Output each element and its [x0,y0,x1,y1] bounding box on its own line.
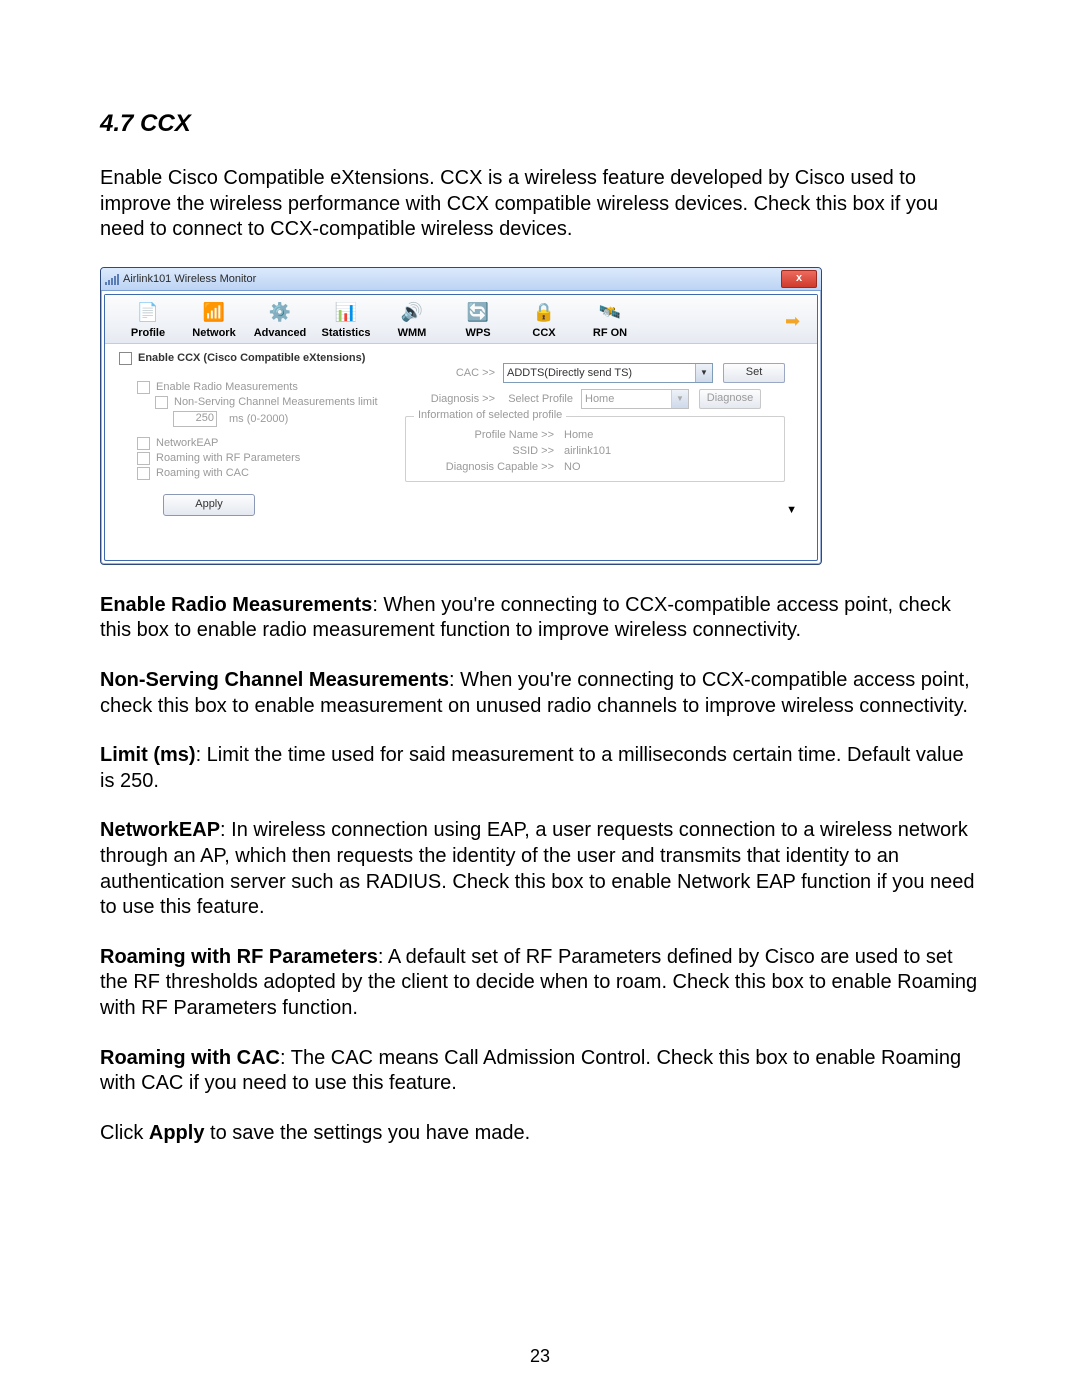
rfon-icon: 🛰️ [595,301,625,325]
roaming-rf-checkbox[interactable] [137,452,150,465]
diagnosis-label: Diagnosis >> [405,393,503,405]
signal-icon [105,273,119,285]
tab-network-label: Network [181,327,247,339]
tab-profile-label: Profile [115,327,181,339]
cac-label: CAC >> [405,367,503,379]
tab-ccx-label: CCX [511,327,577,339]
wireless-monitor-window: Airlink101 Wireless Monitor x 📄 Profile … [100,267,822,565]
limit-unit-label: ms (0-2000) [229,413,288,425]
tab-wmm[interactable]: 🔊 WMM [379,299,445,343]
tab-ccx[interactable]: 🔒 CCX [511,299,577,343]
tab-wps-label: WPS [445,327,511,339]
next-arrow-icon[interactable]: ➡ [785,311,807,329]
enable-ccx-label: Enable CCX (Cisco Compatible eXtensions) [138,352,365,364]
roaming-cac-label: Roaming with CAC [156,467,249,479]
expand-arrow-icon[interactable]: ▼ [786,504,797,516]
enable-radio-label: Enable Radio Measurements [156,381,298,393]
wmm-icon: 🔊 [397,301,427,325]
right-panel: CAC >> ADDTS(Directly send TS) ▼ Set Dia… [405,364,785,482]
page-number: 23 [0,1346,1080,1367]
network-icon: 📶 [199,301,229,325]
fieldset-legend: Information of selected profile [414,409,566,421]
tab-wmm-label: WMM [379,327,445,339]
window-titlebar: Airlink101 Wireless Monitor x [101,268,821,291]
enable-radio-checkbox[interactable] [137,381,150,394]
desc-roaming-cac: Roaming with CAC: The CAC means Call Adm… [100,1046,980,1097]
tab-statistics-label: Statistics [313,327,379,339]
roaming-cac-checkbox[interactable] [137,467,150,480]
profile-icon: 📄 [133,301,163,325]
profile-select-value: Home [585,393,614,405]
desc-nonserving: Non-Serving Channel Measurements: When y… [100,668,980,719]
ccx-icon: 🔒 [529,301,559,325]
non-serving-label: Non-Serving Channel Measurements limit [174,396,378,408]
chevron-down-icon: ▼ [671,390,688,408]
statistics-icon: 📊 [331,301,361,325]
profile-name-key: Profile Name >> [414,429,564,441]
tab-network[interactable]: 📶 Network [181,299,247,343]
tab-rfon[interactable]: 🛰️ RF ON [577,299,643,343]
desc-networkeap: NetworkEAP: In wireless connection using… [100,818,980,920]
tab-statistics[interactable]: 📊 Statistics [313,299,379,343]
non-serving-checkbox[interactable] [155,396,168,409]
apply-button[interactable]: Apply [163,494,255,516]
ssid-value: airlink101 [564,445,611,457]
ssid-key: SSID >> [414,445,564,457]
cac-select-value: ADDTS(Directly send TS) [507,367,632,379]
tab-advanced-label: Advanced [247,327,313,339]
desc-apply: Click Apply to save the settings you hav… [100,1121,980,1147]
diagcap-value: NO [564,461,581,473]
desc-limit: Limit (ms): Limit the time used for said… [100,743,980,794]
limit-input[interactable]: 250 [173,411,217,427]
desc-radio: Enable Radio Measurements: When you're c… [100,593,980,644]
networkeap-checkbox[interactable] [137,437,150,450]
enable-ccx-checkbox[interactable] [119,352,132,365]
close-button[interactable]: x [781,270,817,288]
profile-select[interactable]: Home ▼ [581,389,689,409]
intro-paragraph: Enable Cisco Compatible eXtensions. CCX … [100,166,980,243]
desc-roaming-rf: Roaming with RF Parameters: A default se… [100,945,980,1022]
tab-profile[interactable]: 📄 Profile [115,299,181,343]
select-profile-label: Select Profile [503,393,581,405]
advanced-icon: ⚙️ [265,301,295,325]
tab-wps[interactable]: 🔄 WPS [445,299,511,343]
networkeap-label: NetworkEAP [156,437,218,449]
roaming-rf-label: Roaming with RF Parameters [156,452,300,464]
diagnose-button[interactable]: Diagnose [699,389,761,409]
tab-advanced[interactable]: ⚙️ Advanced [247,299,313,343]
profile-info-fieldset: Information of selected profile Profile … [405,416,785,482]
toolbar: 📄 Profile 📶 Network ⚙️ Advanced 📊 Statis… [105,295,817,344]
window-title: Airlink101 Wireless Monitor [123,273,256,285]
chevron-down-icon: ▼ [695,364,712,382]
diagcap-key: Diagnosis Capable >> [414,461,564,473]
section-title: 4.7 CCX [100,110,980,138]
set-button[interactable]: Set [723,363,785,383]
tab-rfon-label: RF ON [577,327,643,339]
profile-name-value: Home [564,429,593,441]
wps-icon: 🔄 [463,301,493,325]
cac-select[interactable]: ADDTS(Directly send TS) ▼ [503,363,713,383]
